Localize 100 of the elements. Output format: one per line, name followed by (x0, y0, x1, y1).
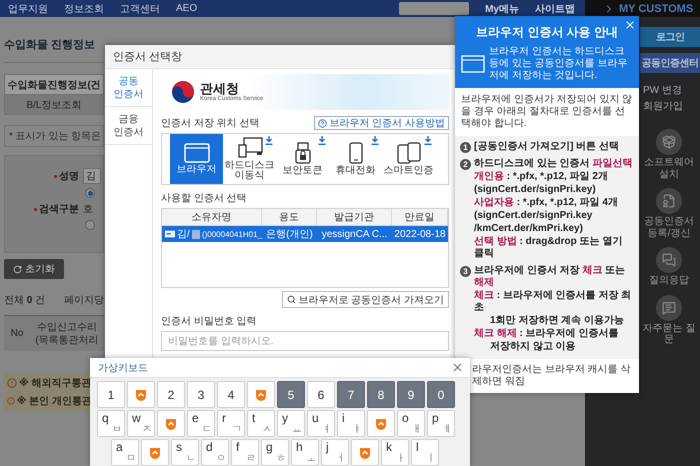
nav-menu-item[interactable]: AEO (176, 3, 198, 14)
keyboard-key[interactable]: f ㄹ (231, 439, 259, 466)
browser-window-icon (184, 142, 210, 163)
field-label: 성명 (54, 169, 79, 183)
blank-key[interactable] (127, 381, 155, 408)
certificate-row[interactable]: 김/ ()00004041H01_ 은행(개인) yessignCA C... 2022-08-18 (162, 226, 448, 242)
keyboard-key[interactable]: 3 (187, 381, 215, 408)
phone-tablet-icon (396, 142, 420, 164)
step-text: /kmCert.der/kmPri.key) (474, 223, 584, 235)
keyboard-key[interactable]: s ㄴ (171, 439, 199, 466)
keyboard-key[interactable]: j ㅓ (321, 439, 349, 466)
keyboard-key[interactable]: h ㅗ (291, 439, 319, 466)
shortcut-label[interactable]: 공동인증서 등록/갱신 (642, 216, 696, 239)
guide-intro: 브라우저 인증서는 하드디스크 등에 있는 공동인증서를 브라우저에 저장하는 것입니다. (489, 46, 628, 82)
my-menu-link[interactable]: My메뉴 (485, 2, 519, 16)
table-cell-text: 은행(개인) (265, 228, 314, 242)
search-icon (287, 295, 296, 304)
blank-key[interactable] (141, 439, 169, 466)
column-header: No (10, 327, 24, 340)
keyboard-key[interactable]: 4 (217, 381, 245, 408)
agency-name: 관세청 (200, 82, 239, 96)
import-certificate-button[interactable]: 브라우저로 공동인증서 가져오기 (282, 291, 449, 308)
keyboard-key[interactable]: k ㅏ (381, 439, 409, 466)
keyboard-key[interactable]: 6 (307, 381, 335, 408)
keyboard-key[interactable]: 5 (277, 381, 305, 408)
page-tab[interactable]: 수입화물진행정보(건 (4, 74, 104, 95)
field-label: 검색구분 (34, 202, 79, 216)
keyboard-key[interactable]: w ㅈ (127, 410, 155, 437)
keyboard-key[interactable]: y ㅛ (277, 410, 305, 437)
dialog-tab[interactable]: 금융 인증서 (105, 107, 152, 145)
nav-menu-item[interactable]: 고객센터 (120, 2, 160, 16)
nav-menu-item[interactable]: 업무지원 (8, 2, 48, 16)
nav-menu-item[interactable]: 정보조회 (64, 2, 104, 16)
keyboard-title: 가상키보드 (98, 362, 148, 374)
name-input[interactable]: 김 (83, 168, 101, 184)
cert-center-button[interactable]: 공동인증센터 (640, 53, 700, 73)
blank-key[interactable] (367, 410, 395, 437)
shield-logo-icon (375, 418, 387, 430)
keyboard-key[interactable]: p ㅔ (427, 410, 455, 437)
certificate-icon[interactable] (656, 188, 682, 214)
sidebar-link[interactable]: PW 변경 (643, 83, 700, 97)
per-page-label: 페이지당 (64, 294, 104, 307)
refresh-icon (13, 264, 22, 274)
shield-logo-icon (165, 418, 177, 430)
reset-button[interactable]: 초기화 (4, 259, 64, 279)
keyboard-key[interactable]: 8 (367, 381, 395, 408)
keyboard-key[interactable]: r ㄱ (217, 410, 245, 437)
column-header: 소유자명 (162, 209, 262, 225)
step-text: (signCert.der/signPri.key (474, 210, 594, 222)
chat-icon[interactable] (656, 294, 682, 320)
shortcut-label[interactable]: 자주묻는 질문 (642, 322, 696, 346)
step-text: 체크 해제 : 브라우저에 인증서를 (474, 328, 620, 340)
keyboard-key[interactable]: t ㅅ (247, 410, 275, 437)
section-label: 인증서 저장 위치 선택 (161, 117, 260, 130)
keyboard-key[interactable]: q ㅂ (97, 410, 125, 437)
radio-button[interactable] (85, 220, 95, 230)
guide-footer: 라우저인증서는 브라우저 캐시를 삭제하면 워짐 (472, 359, 639, 393)
keyboard-key[interactable]: 9 (397, 381, 425, 408)
blank-key[interactable] (157, 410, 185, 437)
keyboard-key[interactable]: e ㄷ (187, 410, 215, 437)
keyboard-key[interactable]: 2 (157, 381, 185, 408)
blank-key[interactable] (351, 439, 379, 466)
keyboard-key[interactable]: g ㅎ (261, 439, 289, 466)
page-tab[interactable]: B/L정보조회 (4, 94, 104, 115)
guide-lead: 브라우저에 인증서가 저장되어 있지 않을 경우 아래의 절차대로 인증서를 선택해야 합니다. (460, 93, 634, 131)
redaction-block (192, 230, 200, 238)
step-text: 저장하지 않고 이용 (489, 341, 577, 353)
browser-window-icon (461, 55, 485, 73)
column-header: 용도 (262, 209, 317, 225)
notice-text: ※ 본인 개인통관 (16, 394, 92, 408)
box-download-icon[interactable] (656, 129, 682, 155)
keyboard-key[interactable]: 0 (427, 381, 455, 408)
search-field[interactable] (399, 2, 470, 15)
keyboard-key[interactable]: l ㅣ (411, 439, 439, 466)
step-text: 하드디스크에 있는 인증서 파일선택 (474, 158, 634, 170)
step-number: 2 (460, 159, 471, 170)
blank-key[interactable] (247, 381, 275, 408)
shortcut-label[interactable]: 소프트웨어 설치 (642, 157, 696, 180)
dialog-title: 인증서 선택창 (105, 45, 455, 69)
owner-id: ()00004041H01_ (202, 230, 262, 238)
monitor-usb-icon (236, 136, 262, 158)
keyboard-key[interactable]: o ㅐ (397, 410, 425, 437)
keyboard-key[interactable]: i ㅑ (337, 410, 365, 437)
password-field[interactable]: 비밀번호를 입력하시오. (161, 331, 449, 351)
storage-option[interactable]: 브라우저 (170, 134, 223, 184)
sitemap-link[interactable]: 사이트맵 (535, 2, 575, 16)
keyboard-key[interactable]: a ㅁ (111, 439, 139, 466)
help-button[interactable]: 브라우저 인증서 사용방법 (314, 116, 449, 130)
step-text: 브라우저에 인증서 저장 체크 또는 해제 (474, 265, 626, 289)
login-button[interactable]: 로그인 (640, 27, 700, 47)
keyboard-key[interactable]: u ㅕ (307, 410, 335, 437)
sidebar-link[interactable]: 회원가입 (643, 99, 700, 113)
keyboard-key[interactable]: d ㅇ (201, 439, 229, 466)
dialog-tab[interactable]: 공동 인증서 (105, 69, 152, 107)
keyboard-key[interactable]: 1 (97, 381, 125, 408)
close-icon (450, 361, 464, 374)
keyboard-key[interactable]: 7 (337, 381, 365, 408)
shortcut-label[interactable]: 질의응답 (649, 275, 689, 286)
radio-button[interactable] (85, 188, 95, 198)
chat-bubbles-icon[interactable] (656, 247, 682, 273)
